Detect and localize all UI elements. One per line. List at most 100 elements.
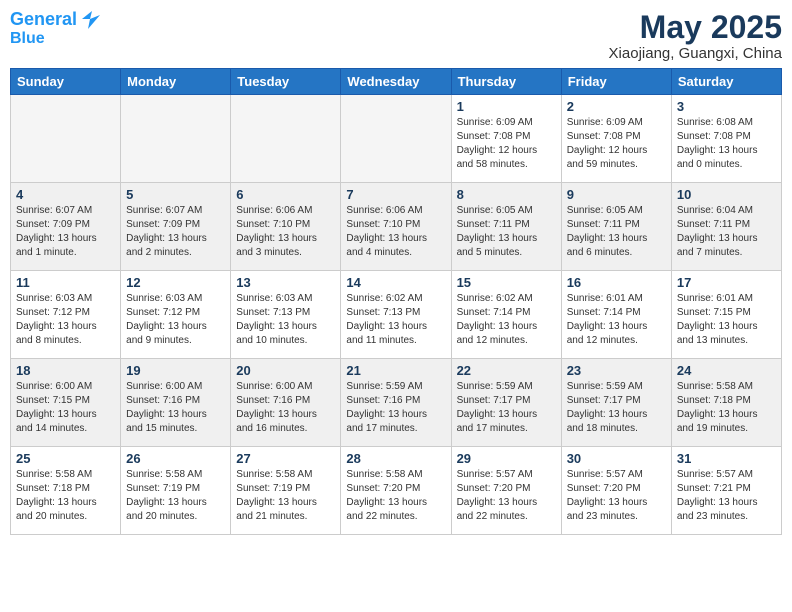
table-row: 5Sunrise: 6:07 AMSunset: 7:09 PMDaylight…: [121, 183, 231, 271]
table-row: 8 Sunrise: 6:05 AMSunset: 7:11 PMDaylight…: [451, 183, 561, 271]
day-info: Sunrise: 5:58 AMSunset: 7:18 PMDaylight:…: [16, 468, 115, 524]
day-number: 15: [457, 275, 556, 290]
day-info: Sunrise: 5:57 AMSunset: 7:21 PMDaylight:…: [677, 468, 776, 524]
table-row: 24 Sunrise: 5:58 AMSunset: 7:18 PMDayligh…: [671, 359, 781, 447]
table-row: 20Sunrise: 6:00 AMSunset: 7:16 PMDayligh…: [231, 359, 341, 447]
calendar-week-row: 25 Sunrise: 5:58 AMSunset: 7:18 PMDayligh…: [11, 447, 782, 535]
day-info: Sunrise: 6:09 AMSunset: 7:08 PMDaylight:…: [567, 116, 666, 172]
day-number: 14: [346, 275, 445, 290]
table-row: 26Sunrise: 5:58 AMSunset: 7:19 PMDayligh…: [121, 447, 231, 535]
table-row: 27 Sunrise: 5:58 AMSunset: 7:19 PMDayligh…: [231, 447, 341, 535]
table-row: 4 Sunrise: 6:07 AMSunset: 7:09 PMDaylight…: [11, 183, 121, 271]
day-number: 28: [346, 451, 445, 466]
day-number: 8: [457, 187, 556, 202]
table-row: 12 Sunrise: 6:03 AMSunset: 7:12 PMDayligh…: [121, 271, 231, 359]
table-row: 23 Sunrise: 5:59 AMSunset: 7:17 PMDayligh…: [561, 359, 671, 447]
col-tuesday: Tuesday: [231, 69, 341, 95]
table-row: 19 Sunrise: 6:00 AMSunset: 7:16 PMDayligh…: [121, 359, 231, 447]
logo-icon: [78, 9, 100, 29]
day-number: 6: [236, 187, 335, 202]
day-number: 21: [346, 363, 445, 378]
day-number: 18: [16, 363, 115, 378]
day-number: 24: [677, 363, 776, 378]
day-info: Sunrise: 5:58 AMSunset: 7:20 PMDaylight:…: [346, 468, 445, 524]
table-row: 29 Sunrise: 5:57 AMSunset: 7:20 PMDayligh…: [451, 447, 561, 535]
day-number: 9: [567, 187, 666, 202]
day-info: Sunrise: 5:58 AMSunset: 7:19 PMDaylight:…: [236, 468, 335, 524]
calendar-week-row: 4 Sunrise: 6:07 AMSunset: 7:09 PMDaylight…: [11, 183, 782, 271]
day-info: Sunrise: 6:04 AMSunset: 7:11 PMDaylight:…: [677, 204, 776, 260]
day-number: 2: [567, 99, 666, 114]
day-info: Sunrise: 6:05 AMSunset: 7:11 PMDaylight:…: [457, 204, 556, 260]
title-block: May 2025 Xiaojiang, Guangxi, China: [609, 10, 782, 62]
table-row: 22 Sunrise: 5:59 AMSunset: 7:17 PMDayligh…: [451, 359, 561, 447]
table-row: [231, 95, 341, 183]
day-info: Sunrise: 6:03 AMSunset: 7:13 PMDaylight:…: [236, 292, 335, 348]
col-monday: Monday: [121, 69, 231, 95]
calendar-week-row: 11 Sunrise: 6:03 AMSunset: 7:12 PMDayligh…: [11, 271, 782, 359]
table-row: 13 Sunrise: 6:03 AMSunset: 7:13 PMDayligh…: [231, 271, 341, 359]
day-info: Sunrise: 5:59 AMSunset: 7:17 PMDaylight:…: [457, 380, 556, 436]
day-number: 7: [346, 187, 445, 202]
day-number: 4: [16, 187, 115, 202]
day-info: Sunrise: 6:06 AMSunset: 7:10 PMDaylight:…: [236, 204, 335, 260]
day-info: Sunrise: 6:00 AMSunset: 7:16 PMDaylight:…: [126, 380, 225, 436]
day-info: Sunrise: 5:58 AMSunset: 7:18 PMDaylight:…: [677, 380, 776, 436]
day-number: 10: [677, 187, 776, 202]
day-number: 1: [457, 99, 556, 114]
day-info: Sunrise: 5:59 AMSunset: 7:17 PMDaylight:…: [567, 380, 666, 436]
day-info: Sunrise: 6:03 AMSunset: 7:12 PMDaylight:…: [16, 292, 115, 348]
table-row: 18Sunrise: 6:00 AMSunset: 7:15 PMDayligh…: [11, 359, 121, 447]
day-info: Sunrise: 6:07 AMSunset: 7:09 PMDaylight:…: [16, 204, 115, 260]
month-year: May 2025: [609, 10, 782, 45]
table-row: [121, 95, 231, 183]
col-thursday: Thursday: [451, 69, 561, 95]
table-row: 28 Sunrise: 5:58 AMSunset: 7:20 PMDayligh…: [341, 447, 451, 535]
day-number: 12: [126, 275, 225, 290]
table-row: 9 Sunrise: 6:05 AMSunset: 7:11 PMDaylight…: [561, 183, 671, 271]
calendar-table: Sunday Monday Tuesday Wednesday Thursday…: [10, 68, 782, 535]
col-friday: Friday: [561, 69, 671, 95]
table-row: 2 Sunrise: 6:09 AMSunset: 7:08 PMDaylight…: [561, 95, 671, 183]
day-info: Sunrise: 6:06 AMSunset: 7:10 PMDaylight:…: [346, 204, 445, 260]
day-number: 27: [236, 451, 335, 466]
table-row: 7 Sunrise: 6:06 AMSunset: 7:10 PMDaylight…: [341, 183, 451, 271]
day-number: 13: [236, 275, 335, 290]
calendar-header-row: Sunday Monday Tuesday Wednesday Thursday…: [11, 69, 782, 95]
day-number: 22: [457, 363, 556, 378]
table-row: 31 Sunrise: 5:57 AMSunset: 7:21 PMDayligh…: [671, 447, 781, 535]
table-row: 17Sunrise: 6:01 AMSunset: 7:15 PMDayligh…: [671, 271, 781, 359]
day-info: Sunrise: 5:58 AMSunset: 7:19 PMDaylight:…: [126, 468, 225, 524]
day-info: Sunrise: 6:09 AMSunset: 7:08 PMDaylight:…: [457, 116, 556, 172]
header: General Blue May 2025 Xiaojiang, Guangxi…: [10, 10, 782, 62]
day-number: 16: [567, 275, 666, 290]
table-row: 25 Sunrise: 5:58 AMSunset: 7:18 PMDayligh…: [11, 447, 121, 535]
table-row: [341, 95, 451, 183]
day-info: Sunrise: 5:59 AMSunset: 7:16 PMDaylight:…: [346, 380, 445, 436]
day-info: Sunrise: 5:57 AMSunset: 7:20 PMDaylight:…: [457, 468, 556, 524]
day-info: Sunrise: 6:08 AMSunset: 7:08 PMDaylight:…: [677, 116, 776, 172]
day-info: Sunrise: 6:00 AMSunset: 7:16 PMDaylight:…: [236, 380, 335, 436]
table-row: 10 Sunrise: 6:04 AMSunset: 7:11 PMDayligh…: [671, 183, 781, 271]
day-info: Sunrise: 5:57 AMSunset: 7:20 PMDaylight:…: [567, 468, 666, 524]
logo-text: General: [10, 10, 77, 30]
day-info: Sunrise: 6:02 AMSunset: 7:13 PMDaylight:…: [346, 292, 445, 348]
day-number: 29: [457, 451, 556, 466]
day-number: 11: [16, 275, 115, 290]
day-info: Sunrise: 6:02 AMSunset: 7:14 PMDaylight:…: [457, 292, 556, 348]
day-number: 19: [126, 363, 225, 378]
day-info: Sunrise: 6:05 AMSunset: 7:11 PMDaylight:…: [567, 204, 666, 260]
table-row: 3Sunrise: 6:08 AMSunset: 7:08 PMDaylight…: [671, 95, 781, 183]
day-number: 31: [677, 451, 776, 466]
day-info: Sunrise: 6:03 AMSunset: 7:12 PMDaylight:…: [126, 292, 225, 348]
table-row: 15 Sunrise: 6:02 AMSunset: 7:14 PMDayligh…: [451, 271, 561, 359]
table-row: 11 Sunrise: 6:03 AMSunset: 7:12 PMDayligh…: [11, 271, 121, 359]
table-row: 16Sunrise: 6:01 AMSunset: 7:14 PMDayligh…: [561, 271, 671, 359]
table-row: [11, 95, 121, 183]
day-number: 25: [16, 451, 115, 466]
day-number: 5: [126, 187, 225, 202]
col-sunday: Sunday: [11, 69, 121, 95]
day-number: 23: [567, 363, 666, 378]
table-row: 30Sunrise: 5:57 AMSunset: 7:20 PMDayligh…: [561, 447, 671, 535]
day-number: 17: [677, 275, 776, 290]
